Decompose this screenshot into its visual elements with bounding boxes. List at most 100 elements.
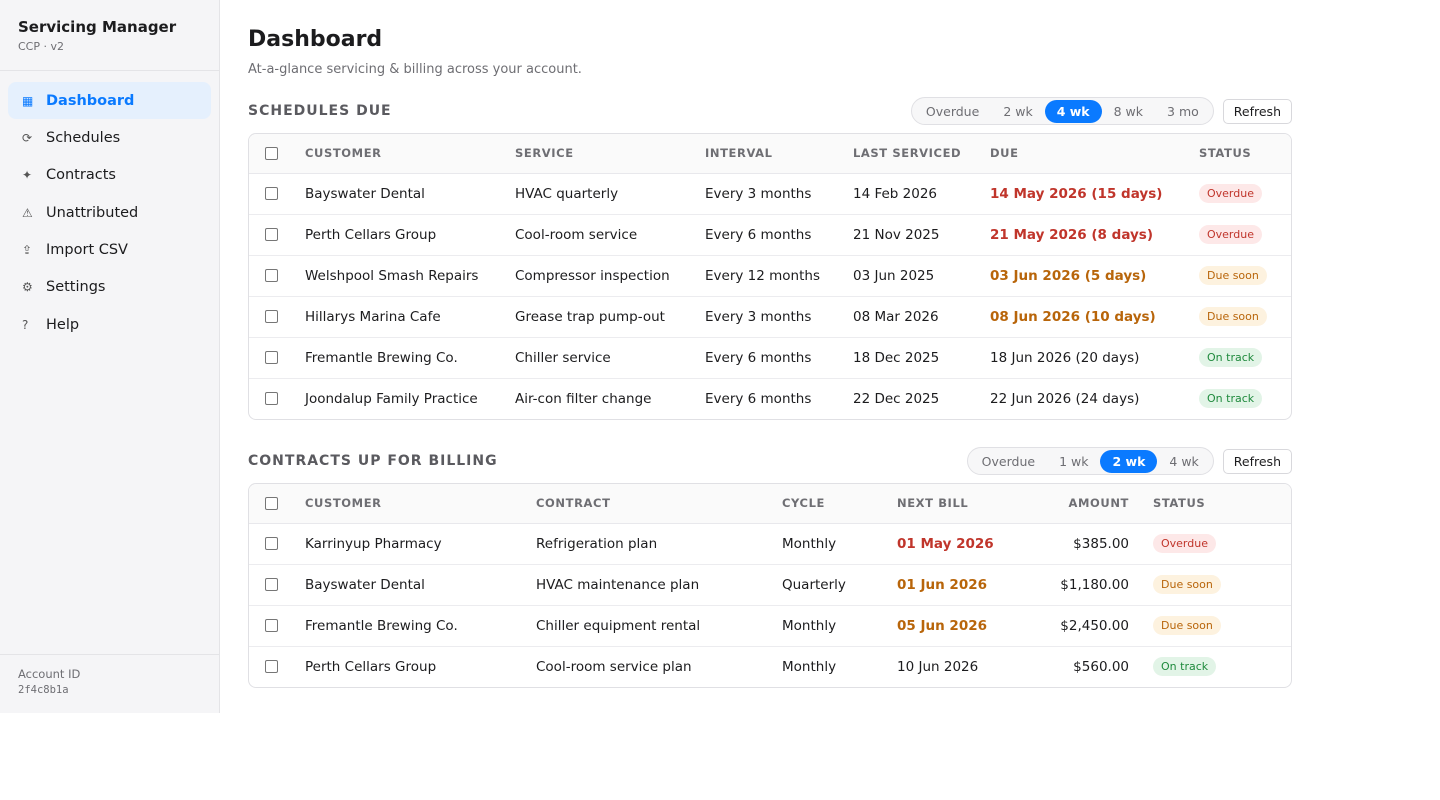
column-header-customer: CUSTOMER xyxy=(305,134,515,174)
filter-1-wk[interactable]: 1 wk xyxy=(1047,450,1100,473)
filter-overdue[interactable]: Overdue xyxy=(970,450,1047,473)
status-badge: On track xyxy=(1199,389,1263,409)
interval-cell: Every 12 months xyxy=(705,255,853,297)
select-all-cell xyxy=(249,484,305,524)
select-all-checkbox[interactable] xyxy=(265,497,278,511)
table-row[interactable]: Perth Cellars Group Cool-room service pla… xyxy=(249,646,1291,687)
sidebar-item-settings[interactable]: ⚙ Settings xyxy=(8,269,211,306)
row-select-cell xyxy=(249,296,305,338)
billing-refresh-button[interactable]: Refresh xyxy=(1222,448,1292,474)
status-cell: On track xyxy=(1153,646,1291,687)
table-row[interactable]: Hillarys Marina Cafe Grease trap pump-out… xyxy=(249,296,1291,338)
schedules-range-filter: Overdue 2 wk 4 wk 8 wk 3 mo xyxy=(910,97,1214,125)
table-row[interactable]: Fremantle Brewing Co. Chiller equipment r… xyxy=(249,605,1291,647)
sidebar-nav: ▦ Dashboard ⟳ Schedules ✦ Contracts ⚠ Unattribu… xyxy=(0,71,219,343)
row-checkbox[interactable] xyxy=(265,660,278,674)
main-content: Dashboard At-a-glance servicing & billin… xyxy=(248,26,1292,688)
last-serviced-cell: 18 Dec 2025 xyxy=(853,337,990,379)
amount-cell: $560.00 xyxy=(1073,658,1129,675)
table-row[interactable]: Fremantle Brewing Co. Chiller service Ever… xyxy=(249,337,1291,379)
row-checkbox[interactable] xyxy=(265,228,278,241)
status-badge: Overdue xyxy=(1153,534,1216,553)
cycle-cell: Quarterly xyxy=(782,564,897,606)
column-header-next-bill: NEXT BILL xyxy=(897,484,1047,524)
sidebar-item-label: Import CSV xyxy=(46,242,128,259)
sidebar-item-label: Contracts xyxy=(46,167,116,184)
sidebar-item-label: Dashboard xyxy=(46,92,135,109)
customer-cell: Fremantle Brewing Co. xyxy=(305,337,515,379)
status-badge: Overdue xyxy=(1199,225,1262,244)
app-title: Servicing Manager xyxy=(18,18,177,36)
table-row[interactable]: Joondalup Family Practice Air-con filter … xyxy=(249,378,1291,419)
contract-cell: Cool-room service plan xyxy=(536,658,692,675)
filter-4-wk[interactable]: 4 wk xyxy=(1157,450,1210,473)
filter-4-wk[interactable]: 4 wk xyxy=(1044,99,1102,123)
column-header-status: STATUS xyxy=(1199,134,1291,174)
row-checkbox[interactable] xyxy=(265,578,278,591)
column-header-interval: INTERVAL xyxy=(705,134,853,174)
sidebar-item-label: Settings xyxy=(46,279,106,296)
service-cell: Cool-room service xyxy=(515,214,705,256)
row-checkbox[interactable] xyxy=(265,310,278,323)
gear-icon: ⚙ xyxy=(22,280,33,295)
row-checkbox[interactable] xyxy=(265,619,278,632)
app-root: Servicing Manager CCP · v2 ▦ Dashboard ⟳ Sc… xyxy=(0,0,1440,800)
select-all-checkbox[interactable] xyxy=(265,147,278,161)
status-cell: Overdue xyxy=(1199,214,1291,256)
service-cell: Grease trap pump-out xyxy=(515,296,705,338)
amount-cell: $2,450.00 xyxy=(1047,605,1153,647)
row-select-cell xyxy=(249,255,305,297)
billing-table-card: CUSTOMER CONTRACT CYCLE NEXT BILL AMOUNT STAT… xyxy=(248,483,1292,688)
contract-cell: Chiller equipment rental xyxy=(536,605,782,647)
table-row[interactable]: Bayswater Dental HVAC quarterly Every 3 mo… xyxy=(249,173,1291,215)
cycle-cell: Monthly xyxy=(782,658,837,675)
billing-controls: Overdue 1 wk 2 wk 4 wk Refresh xyxy=(966,447,1292,475)
row-checkbox[interactable] xyxy=(265,537,278,550)
sidebar-item-dashboard[interactable]: ▦ Dashboard xyxy=(8,82,211,119)
column-header-status: STATUS xyxy=(1153,484,1291,524)
schedules-table: CUSTOMER SERVICE INTERVAL LAST SERVICED DUE S… xyxy=(249,134,1291,419)
row-checkbox[interactable] xyxy=(265,351,278,364)
table-header-row: CUSTOMER SERVICE INTERVAL LAST SERVICED DUE S… xyxy=(249,134,1291,174)
schedules-table-card: CUSTOMER SERVICE INTERVAL LAST SERVICED DUE S… xyxy=(248,133,1292,420)
row-select-cell xyxy=(249,214,305,256)
schedules-refresh-button[interactable]: Refresh xyxy=(1222,98,1292,124)
status-cell: On track xyxy=(1199,337,1291,379)
table-row[interactable]: Bayswater Dental HVAC maintenance plan Qua… xyxy=(249,564,1291,606)
row-select-cell xyxy=(249,173,305,215)
filter-2-wk[interactable]: 2 wk xyxy=(1100,449,1158,473)
sidebar-item-import-csv[interactable]: ⇪ Import CSV xyxy=(8,232,211,269)
customer-cell: Bayswater Dental xyxy=(305,564,536,606)
filter-overdue[interactable]: Overdue xyxy=(914,100,991,123)
table-row[interactable]: Perth Cellars Group Cool-room service Ever… xyxy=(249,214,1291,256)
status-cell: Due soon xyxy=(1153,564,1291,606)
status-cell: On track xyxy=(1199,378,1291,419)
sidebar-item-schedules[interactable]: ⟳ Schedules xyxy=(8,119,211,156)
filter-8-wk[interactable]: 8 wk xyxy=(1102,100,1155,123)
customer-cell: Fremantle Brewing Co. xyxy=(305,605,536,647)
table-row[interactable]: Welshpool Smash Repairs Compressor inspec… xyxy=(249,255,1291,297)
sidebar-item-unattributed[interactable]: ⚠ Unattributed xyxy=(8,194,211,231)
sidebar-item-help[interactable]: ? Help xyxy=(8,306,211,343)
brand: Servicing Manager CCP · v2 xyxy=(0,0,219,71)
table-header-row: CUSTOMER CONTRACT CYCLE NEXT BILL AMOUNT STAT… xyxy=(249,484,1291,524)
row-checkbox[interactable] xyxy=(265,269,278,282)
amount-cell: $1,180.00 xyxy=(1047,564,1153,606)
filter-2-wk[interactable]: 2 wk xyxy=(991,100,1044,123)
customer-cell: Perth Cellars Group xyxy=(305,658,437,675)
status-cell: Due soon xyxy=(1199,296,1291,338)
table-row[interactable]: Karrinyup Pharmacy Refrigeration plan Mont… xyxy=(249,523,1291,565)
schedules-table-body: Bayswater Dental HVAC quarterly Every 3 mo… xyxy=(249,173,1291,419)
column-header-amount: AMOUNT xyxy=(1047,484,1153,524)
upload-icon: ⇪ xyxy=(22,243,33,258)
service-cell: Chiller service xyxy=(515,337,705,379)
service-cell: Compressor inspection xyxy=(515,255,705,297)
interval-cell: Every 6 months xyxy=(705,337,853,379)
row-checkbox[interactable] xyxy=(265,392,278,406)
status-badge: Due soon xyxy=(1199,307,1267,326)
sidebar-item-contracts[interactable]: ✦ Contracts xyxy=(8,157,211,194)
select-all-cell xyxy=(249,134,305,174)
filter-3-mo[interactable]: 3 mo xyxy=(1155,100,1211,123)
row-checkbox[interactable] xyxy=(265,187,278,200)
due-cell: 18 Jun 2026 (20 days) xyxy=(990,337,1199,379)
